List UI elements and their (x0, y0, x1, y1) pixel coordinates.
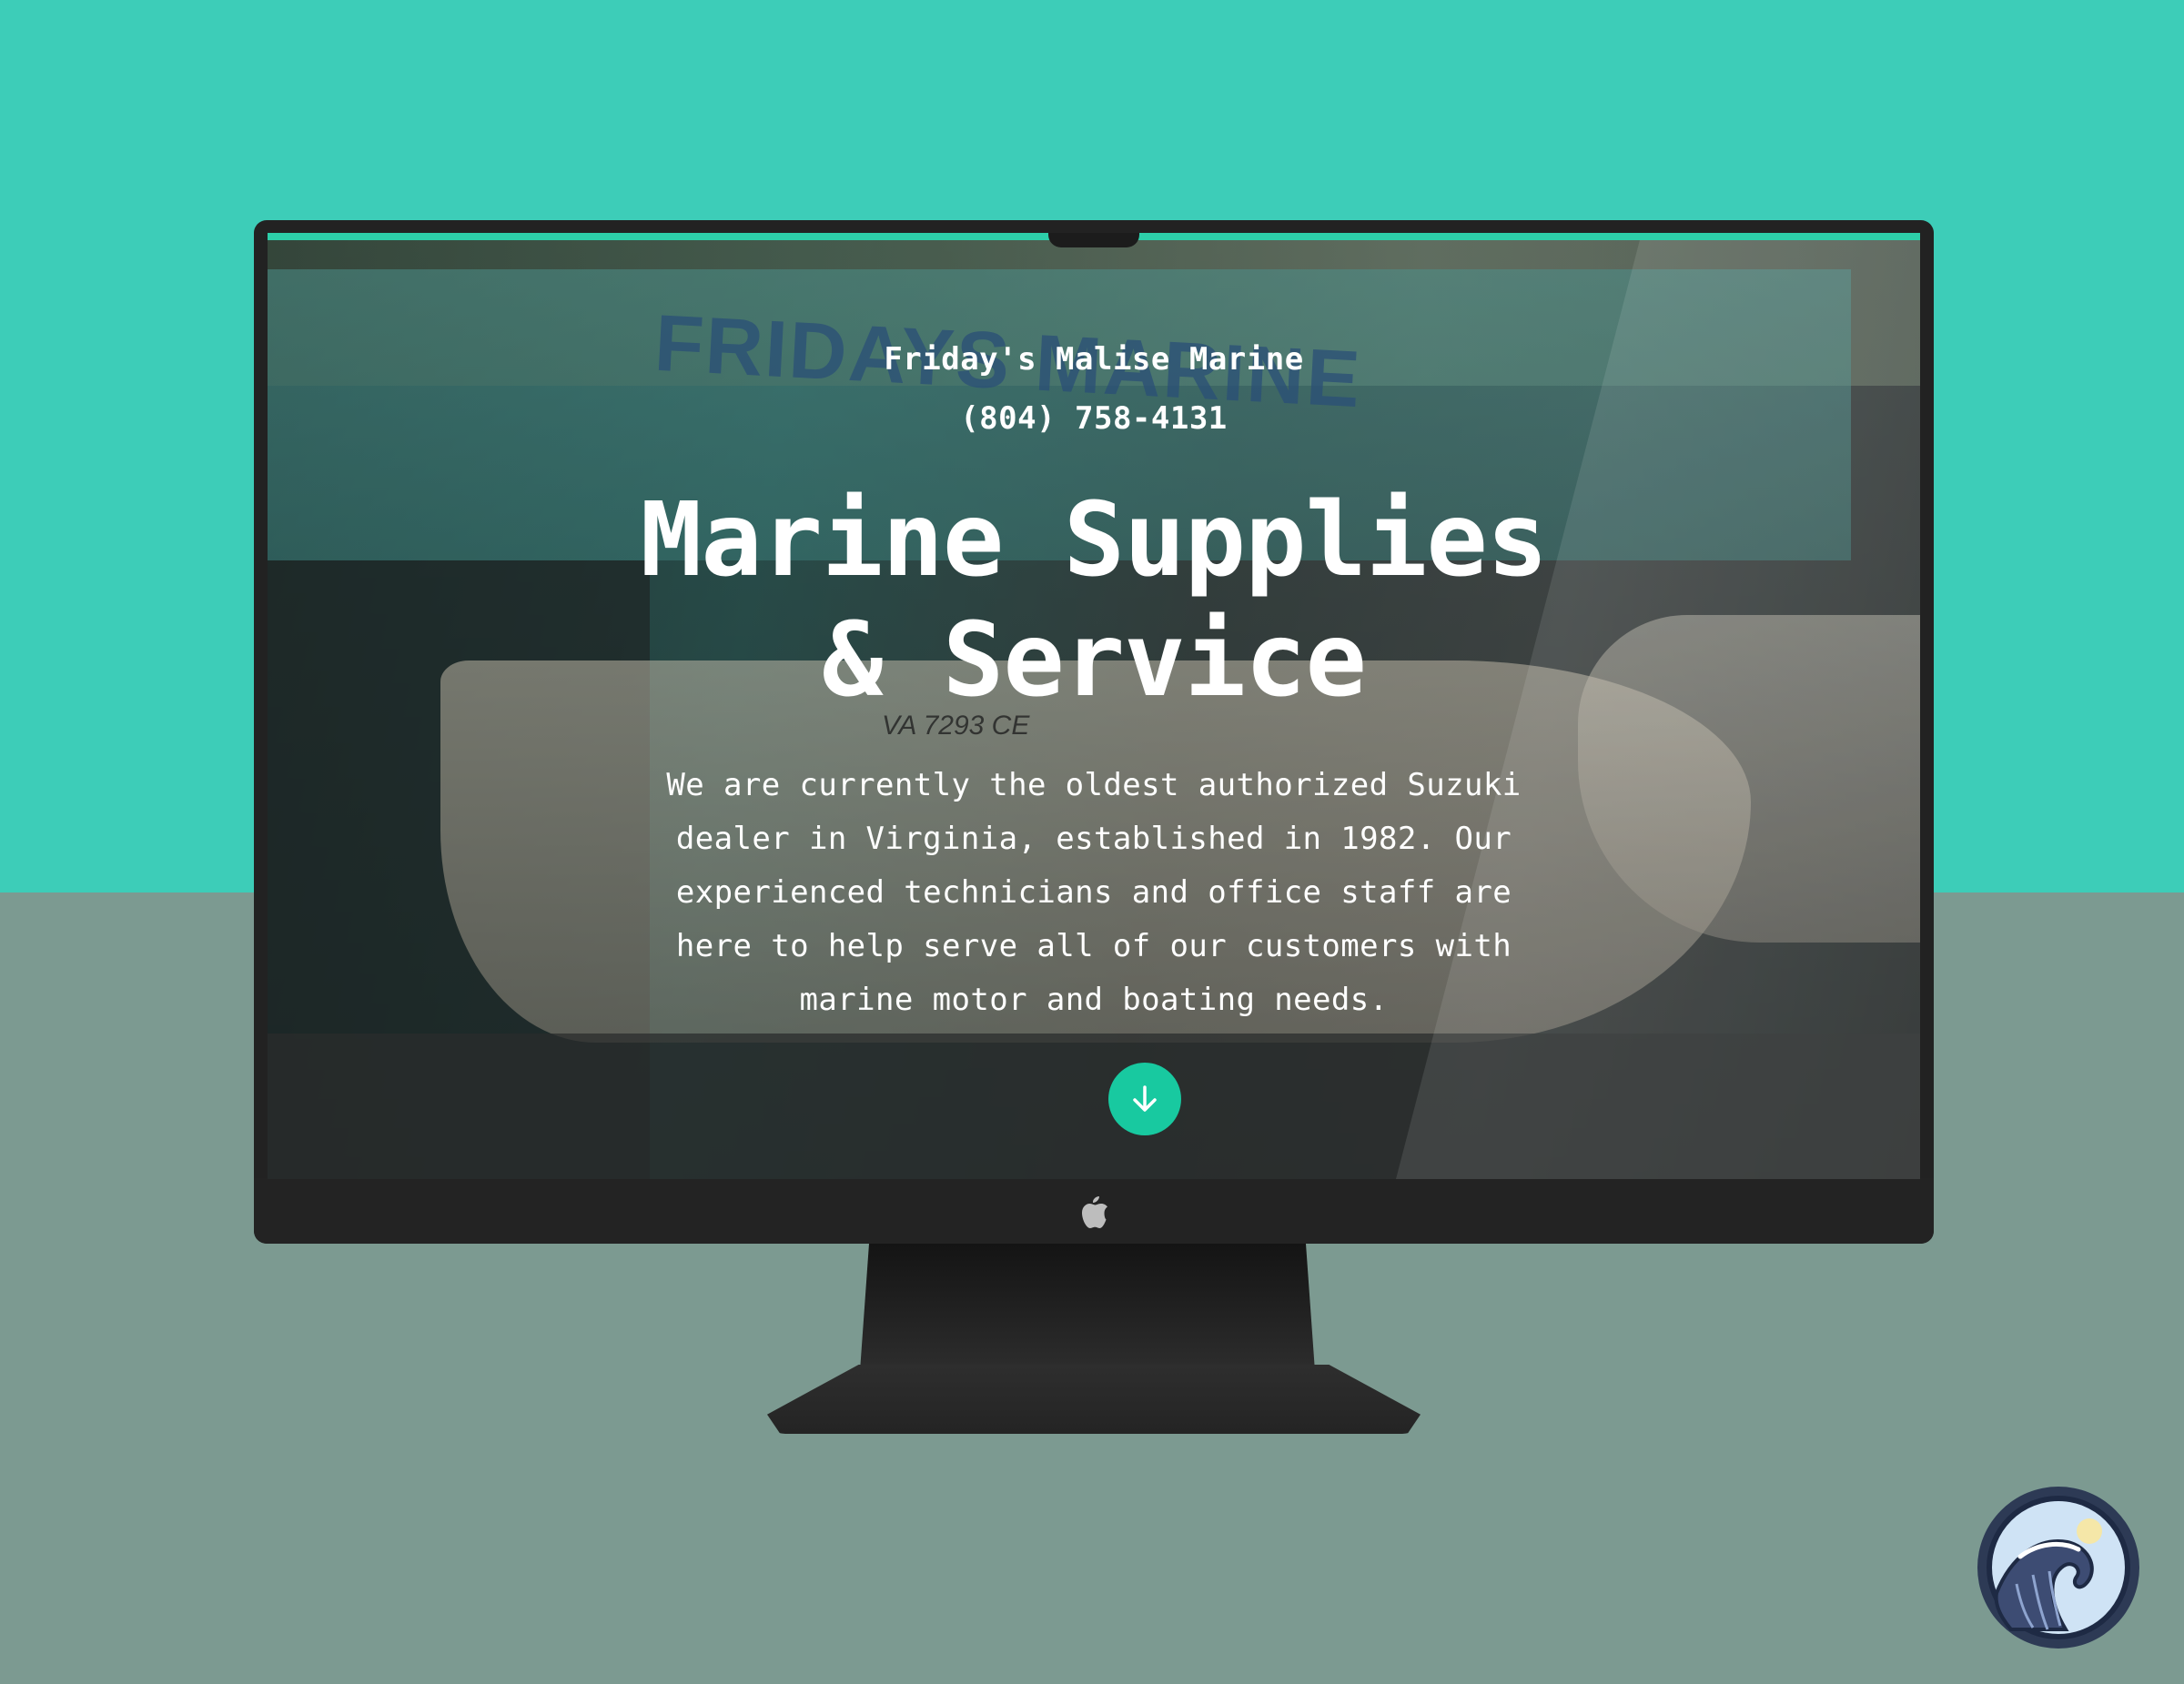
hero-title-line1: Marine Supplies (640, 481, 1548, 600)
monitor-screen: FRIDAYS MARINE VA 7293 CE Friday's Malis… (268, 233, 1920, 1179)
hero-section: Friday's Malise Marine (804) 758-4131 Ma… (268, 233, 1920, 1179)
wave-logo-badge[interactable] (1977, 1487, 2139, 1649)
hero-title: Marine Supplies & Service (639, 480, 1549, 721)
apple-logo-icon (1082, 1196, 1107, 1228)
hero-description: We are currently the oldest authorized S… (666, 767, 1522, 1018)
hero-title-line2: & Service (822, 601, 1367, 720)
monitor-chin (254, 1178, 1934, 1244)
phone-link[interactable]: (804) 758-4131 (268, 400, 1920, 437)
site-name[interactable]: Friday's Malise Marine (268, 341, 1920, 378)
arrow-down-icon (1133, 1085, 1157, 1112)
monitor-stand-base (767, 1365, 1421, 1434)
monitor-stand-neck (860, 1244, 1315, 1371)
scroll-down-button[interactable] (1108, 1063, 1181, 1135)
wave-logo-icon (1987, 1496, 2130, 1639)
